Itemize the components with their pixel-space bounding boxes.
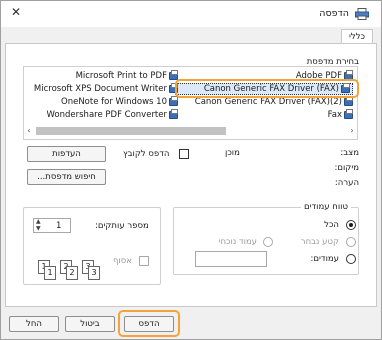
- window-title: הדפסה: [319, 8, 349, 19]
- printer-name: OneNote for Windows 10: [61, 97, 167, 107]
- tab-general[interactable]: כללי: [341, 29, 373, 44]
- horizontal-scrollbar[interactable]: ‹ ›: [24, 125, 357, 137]
- copies-value[interactable]: 1: [56, 221, 61, 231]
- scroll-left-icon[interactable]: ‹: [24, 125, 34, 137]
- print-to-file-label: הדפס לקובץ: [123, 149, 170, 159]
- printer-item[interactable]: OneNote for Windows 10: [28, 96, 178, 108]
- printer-name: Microsoft Print to PDF: [75, 71, 167, 81]
- printer-item[interactable]: Fax: [193, 109, 353, 121]
- cancel-button[interactable]: ביטול: [65, 316, 115, 332]
- collate-page: 1: [44, 266, 56, 280]
- printer-icon: [344, 96, 353, 106]
- all-pages-radio[interactable]: [346, 220, 356, 230]
- print-button-highlight: [118, 310, 180, 337]
- scrollbar-thumb[interactable]: [36, 127, 226, 135]
- current-page-label: עמוד נוכחי: [218, 237, 257, 247]
- printer-icon: [169, 109, 178, 119]
- printer-item[interactable]: Microsoft Print to PDF: [28, 70, 178, 82]
- page-range-label: טווח עמודים: [301, 202, 351, 212]
- printer-name: Fax: [327, 110, 342, 120]
- all-pages-label: הכל: [324, 220, 339, 230]
- printer-icon: [169, 96, 178, 106]
- selection-label: קטע נבחר: [300, 237, 339, 247]
- pages-radio[interactable]: [346, 254, 356, 264]
- status-label: מצב:: [340, 148, 359, 158]
- printer-icon: [344, 109, 353, 119]
- printer-item[interactable]: Wondershare PDF Converter: [28, 109, 178, 121]
- copies-label: מספר עותקים:: [95, 221, 149, 231]
- printer-icon: [355, 8, 369, 20]
- location-label: מיקום:: [334, 163, 359, 173]
- printer-list[interactable]: Adobe PDF Canon Generic FAX Driver (FAX)…: [23, 66, 358, 140]
- printer-name: Microsoft XPS Document Writer: [33, 84, 167, 94]
- collate-label: אסוף: [113, 256, 132, 266]
- spinner-down-icon[interactable]: ▼: [36, 226, 41, 232]
- status-value: מוכן: [225, 148, 240, 158]
- comment-label: הערה:: [334, 178, 359, 188]
- selected-printer-highlight: [175, 79, 359, 98]
- copies-spinner[interactable]: ▲ ▼ 1: [33, 218, 71, 233]
- pages-label: עמודים:: [310, 254, 339, 264]
- collate-checkbox[interactable]: [139, 256, 149, 266]
- print-dialog: ✕ הדפסה כללי בחירת מדפסת Adobe PDF Canon…: [0, 0, 382, 340]
- pages-input[interactable]: [195, 251, 267, 267]
- scroll-right-icon[interactable]: ›: [347, 125, 357, 137]
- apply-button[interactable]: החל: [9, 316, 59, 332]
- collate-page: 3: [88, 266, 100, 280]
- preferences-button[interactable]: העדפות: [27, 146, 106, 162]
- find-printer-button[interactable]: חיפוש מדפסת...: [27, 169, 106, 185]
- current-page-radio[interactable]: [263, 237, 273, 247]
- title-bar: ✕ הדפסה: [1, 1, 381, 27]
- selection-radio[interactable]: [346, 237, 356, 247]
- print-to-file-checkbox[interactable]: [179, 149, 189, 159]
- printer-item[interactable]: Microsoft XPS Document Writer: [28, 83, 178, 95]
- collate-page: 2: [66, 266, 78, 280]
- printer-name: Wondershare PDF Converter: [46, 110, 167, 120]
- close-icon[interactable]: ✕: [9, 5, 23, 19]
